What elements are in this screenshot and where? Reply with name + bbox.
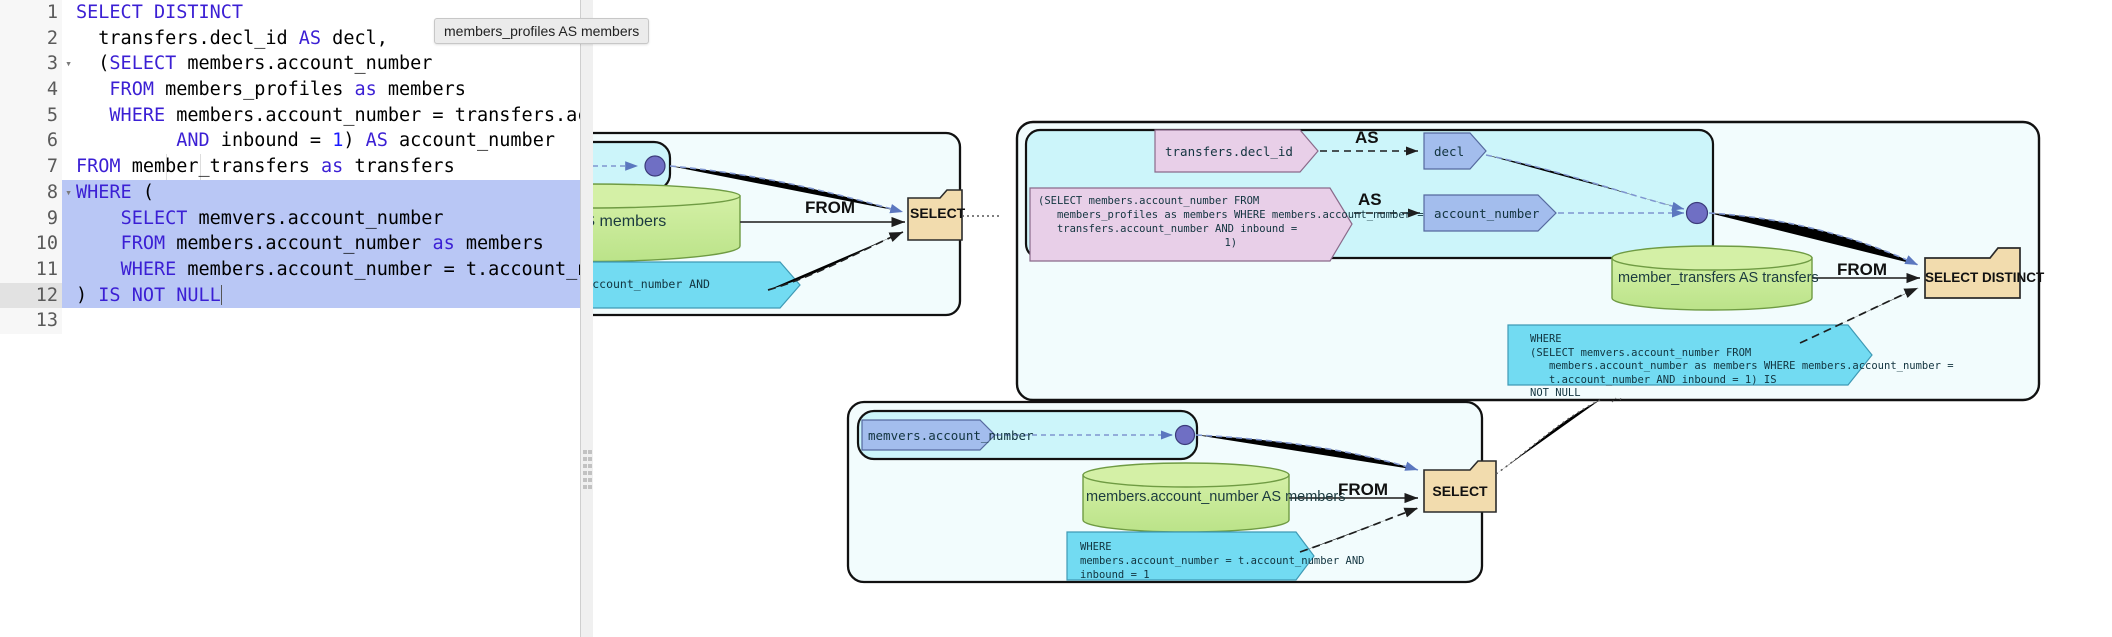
code-text[interactable]: WHERE members.account_number = transfers… xyxy=(62,103,591,129)
code-text[interactable]: FROM member_transfers as transfers xyxy=(62,154,591,180)
code-line[interactable]: 3 ▾ (SELECT members.account_number xyxy=(0,51,591,78)
line-number: 12 xyxy=(0,282,62,309)
line-number: 3 ▾ xyxy=(0,51,72,78)
node-tooltip: members_profiles AS members xyxy=(434,18,650,44)
code-line[interactable]: 12) IS NOT NULL xyxy=(0,282,591,309)
line-number: 8 ▾ xyxy=(0,179,72,206)
line-number: 4 xyxy=(0,77,62,103)
code-line[interactable]: 10 FROM members.account_number as member… xyxy=(0,231,591,257)
code-line[interactable]: 5 WHERE members.account_number = transfe… xyxy=(0,102,591,129)
code-text[interactable]: FROM members_profiles as members xyxy=(62,77,591,103)
sql-visualizer-app: members_profiles AS members nt_number = … xyxy=(0,0,2112,637)
line-number: 10 xyxy=(0,231,62,257)
line-number: 5 xyxy=(0,102,62,129)
code-text[interactable]: ) IS NOT NULL xyxy=(62,282,591,309)
code-line[interactable]: 11 WHERE members.account_number = t.acco… xyxy=(0,256,591,283)
code-lines[interactable]: 1 SELECT DISTINCT 2 transfers.decl_id AS d… xyxy=(0,0,591,334)
line-number: 2 xyxy=(0,25,62,52)
line-number: 7 xyxy=(0,154,62,180)
code-text[interactable]: WHERE members.account_number = t.account… xyxy=(62,256,591,283)
code-line[interactable]: 7 FROM member_transfers as transfers xyxy=(0,154,591,180)
code-text[interactable]: (SELECT members.account_number xyxy=(62,51,591,77)
line-number: 9 xyxy=(0,205,62,232)
members-cylinder xyxy=(1082,462,1290,533)
pane-splitter[interactable] xyxy=(580,0,593,637)
editor-scroll-area[interactable]: 1 SELECT DISTINCT 2 transfers.decl_id AS d… xyxy=(0,0,591,637)
code-text[interactable] xyxy=(62,308,591,334)
code-line[interactable]: 8 ▾ WHERE ( xyxy=(0,179,591,206)
fold-toggle-icon[interactable]: ▾ xyxy=(62,51,75,77)
line-number: 13 xyxy=(0,308,62,334)
member-transfers-cylinder xyxy=(1611,245,1813,311)
code-text[interactable]: WHERE ( xyxy=(62,179,591,206)
code-text[interactable]: FROM members.account_number as members xyxy=(62,231,591,257)
code-line[interactable]: 4 FROM members_profiles as members xyxy=(0,77,591,103)
line-number: 6 xyxy=(0,128,62,155)
sql-editor-pane[interactable]: 1 SELECT DISTINCT 2 transfers.decl_id AS d… xyxy=(0,0,592,637)
main-query-panel xyxy=(1015,120,2041,402)
splitter-grip-handle[interactable] xyxy=(583,450,592,489)
code-line[interactable]: 13 xyxy=(0,308,591,334)
line-number: 11 xyxy=(0,256,62,283)
bottom-subquery-panel xyxy=(846,399,1601,584)
code-text[interactable]: AND inbound = 1) AS account_number xyxy=(62,128,591,154)
code-line[interactable]: 6 AND inbound = 1) AS account_number xyxy=(0,128,591,155)
line-number: 1 xyxy=(0,0,62,26)
code-text[interactable]: SELECT memvers.account_number xyxy=(62,205,591,232)
fold-toggle-icon[interactable]: ▾ xyxy=(62,180,75,206)
text-caret xyxy=(220,284,223,305)
code-line[interactable]: 9 SELECT memvers.account_number xyxy=(0,205,591,232)
